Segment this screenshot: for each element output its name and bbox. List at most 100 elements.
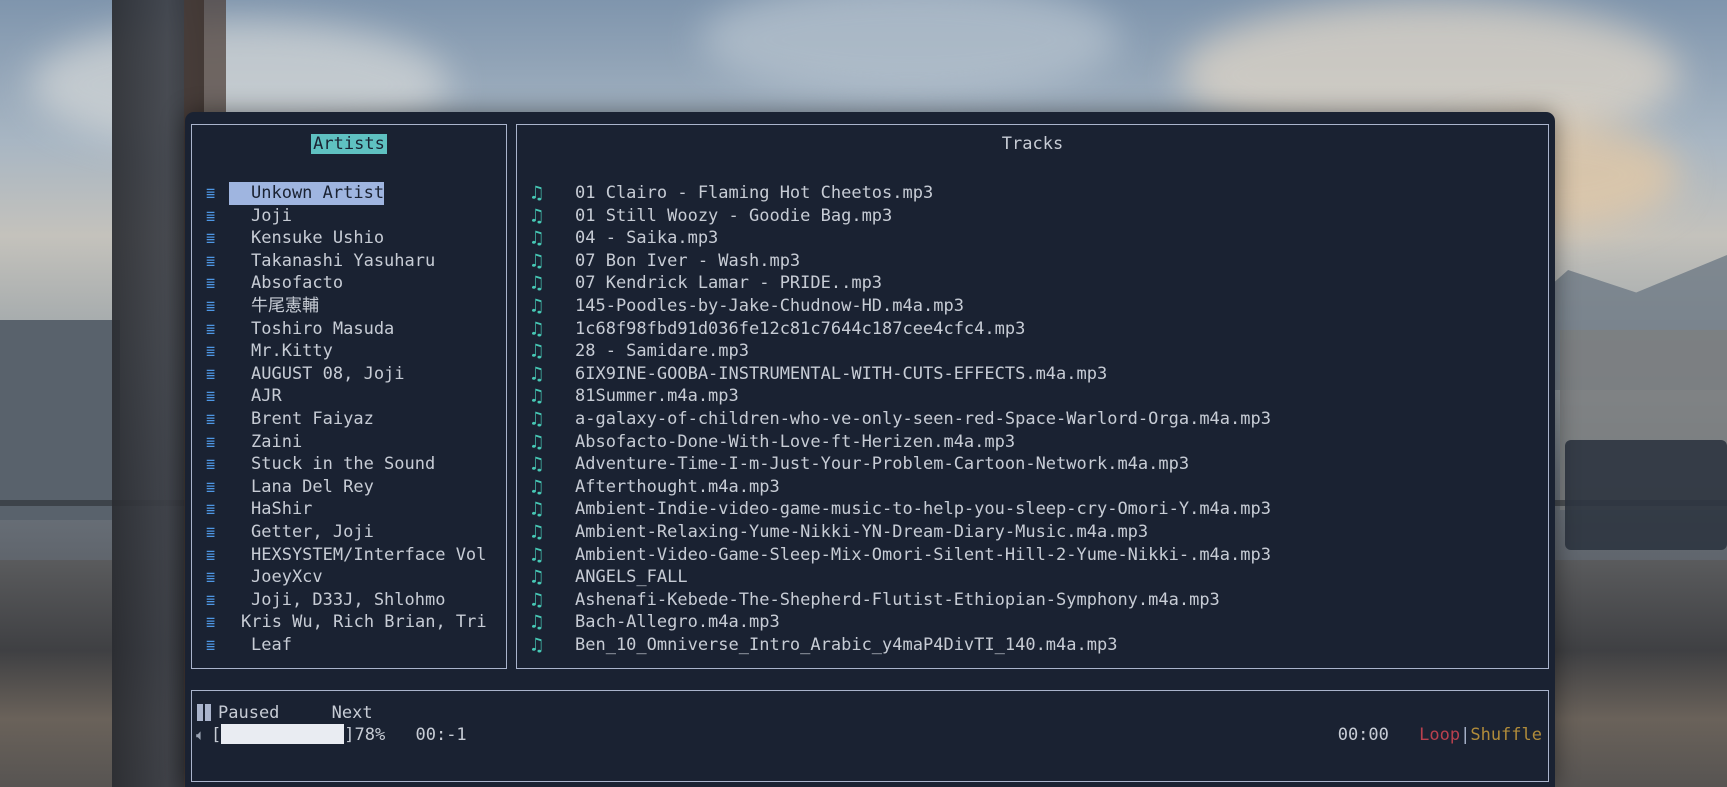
artist-name: AUGUST 08, Joji [251,363,405,384]
track-list-item[interactable]: ♫ Ashenafi-Kebede-The-Shepherd-Flutist-Et… [517,589,1548,612]
artist-list-item[interactable]: ≣ 牛尾憲輔 [192,295,506,318]
track-list-item[interactable]: ♫ 6IX9INE-GOOBA-INSTRUMENTAL-WITH-CUTS-EF… [517,363,1548,386]
playlist-icon: ≣ [206,522,216,541]
artist-list-item[interactable]: ≣ Stuck in the Sound [192,453,506,476]
artist-name: Joji [251,205,292,226]
music-note-icon: ♫ [531,317,543,340]
music-note-icon: ♫ [531,249,543,272]
artist-name: Leaf [251,634,292,655]
loop-toggle[interactable]: Loop [1419,725,1460,745]
track-list-item[interactable]: ♫ 81Summer.m4a.mp3 [517,385,1548,408]
track-name: 1c68f98fbd91d036fe12c81c7644c187cee4cfc4… [575,318,1026,339]
artist-name: Lana Del Rey [251,476,374,497]
tracks-pane[interactable]: Tracks ♫ 01 Clairo - Flaming Hot Cheetos.… [516,124,1549,669]
music-note-icon: ♫ [531,340,543,363]
artist-list[interactable]: ≣ Unkown Artist ≣ Joji ≣ Kensuke Ushio ≣ Takana… [192,182,506,656]
artist-list-item[interactable]: ≣ JoeyXcv [192,566,506,589]
artist-list-item[interactable]: ≣ Leaf [192,634,506,657]
volume-icon: 🔈︎ [196,726,206,744]
playlist-icon: ≣ [206,251,216,270]
player-controls: Paused Next [196,701,373,723]
artist-list-item[interactable]: ≣ Absofacto [192,272,506,295]
track-list-item[interactable]: ♫ Afterthought.m4a.mp3 [517,476,1548,499]
track-list-item[interactable]: ♫ 01 Clairo - Flaming Hot Cheetos.mp3 [517,182,1548,205]
track-list-item[interactable]: ♫ 07 Kendrick Lamar - PRIDE..mp3 [517,272,1548,295]
playlist-icon: ≣ [206,342,216,361]
track-list-item[interactable]: ♫ Ben_10_Omniverse_Intro_Arabic_y4maP4Div… [517,634,1548,657]
artist-list-item[interactable]: ≣ Kris Wu, Rich Brian, Tri [192,611,506,634]
artist-list-item[interactable]: ≣ AUGUST 08, Joji [192,363,506,386]
artist-list-item[interactable]: ≣ Brent Faiyaz [192,408,506,431]
track-list-item[interactable]: ♫ 1c68f98fbd91d036fe12c81c7644c187cee4cfc… [517,318,1548,341]
artist-list-item[interactable]: ≣ Lana Del Rey [192,476,506,499]
tracks-pane-title-row: Tracks [517,134,1548,154]
volume-percent: 78% [354,725,386,745]
artist-list-item[interactable]: ≣ Zaini [192,431,506,454]
wallpaper-truck [1565,440,1727,550]
artist-name: Getter, Joji [251,521,374,542]
track-list-item[interactable]: ♫ ANGELS_FALL [517,566,1548,589]
track-name: Ambient-Indie-video-game-music-to-help-y… [575,499,1271,520]
wallpaper-building [0,320,120,520]
playlist-icon: ≣ [206,613,216,632]
music-note-icon: ♫ [531,407,543,430]
artist-name: Kris Wu, Rich Brian, Tri [241,612,487,633]
artist-name: HaShir [251,499,313,520]
track-list-item[interactable]: ♫ 01 Still Woozy - Goodie Bag.mp3 [517,205,1548,228]
player-pane[interactable]: Paused Next 🔈︎ []78% 00:-1 00:00 Loop|Shu… [191,690,1549,782]
track-list-item[interactable]: ♫ Ambient-Indie-video-game-music-to-help-… [517,498,1548,521]
playlist-icon: ≣ [206,635,216,654]
track-list-item[interactable]: ♫ Ambient-Video-Game-Sleep-Mix-Omori-Sile… [517,544,1548,567]
artist-list-item[interactable]: ≣ Toshiro Masuda [192,318,506,341]
music-note-icon: ♫ [531,362,543,385]
play-pause-button[interactable]: Paused [196,703,290,723]
track-list-item[interactable]: ♫ a-galaxy-of-children-who-ve-only-seen-r… [517,408,1548,431]
artist-list-item[interactable]: ≣ Joji, D33J, Shlohmo [192,589,506,612]
track-list-item[interactable]: ♫ Bach-Allegro.m4a.mp3 [517,611,1548,634]
next-button[interactable]: Next [332,703,373,723]
track-name: 81Summer.m4a.mp3 [575,386,739,407]
music-note-icon: ♫ [531,566,543,589]
artist-list-item[interactable]: ≣ Joji [192,205,506,228]
artist-name: JoeyXcv [251,567,323,588]
track-list-item[interactable]: ♫ Adventure-Time-I-m-Just-Your-Problem-Ca… [517,453,1548,476]
volume-bar[interactable] [221,724,345,744]
artist-list-item[interactable]: ≣ HEXSYSTEM/Interface Vol [192,544,506,567]
track-list-item[interactable]: ♫ Ambient-Relaxing-Yume-Nikki-YN-Dream-Di… [517,521,1548,544]
track-list-item[interactable]: ♫ 04 - Saika.mp3 [517,227,1548,250]
track-name: Adventure-Time-I-m-Just-Your-Problem-Car… [575,454,1190,475]
playlist-icon: ≣ [206,568,216,587]
shuffle-toggle[interactable]: Shuffle [1470,725,1542,745]
terminal-window[interactable]: Artists ≣ Unkown Artist ≣ Joji ≣ Kensuke Ushi… [185,112,1555,787]
artist-list-item[interactable]: ≣ Takanashi Yasuharu [192,250,506,273]
artist-list-item[interactable]: ≣ Mr.Kitty [192,340,506,363]
artist-list-item[interactable]: ≣ Kensuke Ushio [192,227,506,250]
artist-list-item[interactable]: ≣ Unkown Artist [192,182,506,205]
track-list-item[interactable]: ♫ 145-Poodles-by-Jake-Chudnow-HD.m4a.mp3 [517,295,1548,318]
music-note-icon: ♫ [531,543,543,566]
artist-name: Toshiro Masuda [251,318,395,339]
playlist-icon: ≣ [206,296,216,315]
playlist-icon: ≣ [206,477,216,496]
playlist-icon: ≣ [206,500,216,519]
artist-name: Joji, D33J, Shlohmo [251,589,446,610]
artist-name: HEXSYSTEM/Interface Vol [251,544,487,565]
artist-name: Mr.Kitty [251,341,333,362]
track-list-item[interactable]: ♫ 28 - Samidare.mp3 [517,340,1548,363]
artist-list-item[interactable]: ≣ HaShir [192,498,506,521]
track-name: Absofacto-Done-With-Love-ft-Herizen.m4a.… [575,431,1016,452]
music-note-icon: ♫ [531,453,543,476]
artists-pane[interactable]: Artists ≣ Unkown Artist ≣ Joji ≣ Kensuke Ushi… [191,124,507,669]
player-status-line: 🔈︎ []78% 00:-1 00:00 Loop|Shuffle [196,724,1542,746]
track-list-item[interactable]: ♫ 07 Bon Iver - Wash.mp3 [517,250,1548,273]
playlist-icon: ≣ [206,432,216,451]
artist-name: Absofacto [251,273,344,294]
music-note-icon: ♫ [531,272,543,295]
playback-status: Paused [218,703,280,723]
artist-list-item[interactable]: ≣ AJR [192,385,506,408]
artist-list-item[interactable]: ≣ Getter, Joji [192,521,506,544]
track-name: Ambient-Video-Game-Sleep-Mix-Omori-Silen… [575,544,1271,565]
track-list[interactable]: ♫ 01 Clairo - Flaming Hot Cheetos.mp3 ♫ 01 … [517,182,1548,656]
playlist-icon: ≣ [206,387,216,406]
track-list-item[interactable]: ♫ Absofacto-Done-With-Love-ft-Herizen.m4a… [517,431,1548,454]
